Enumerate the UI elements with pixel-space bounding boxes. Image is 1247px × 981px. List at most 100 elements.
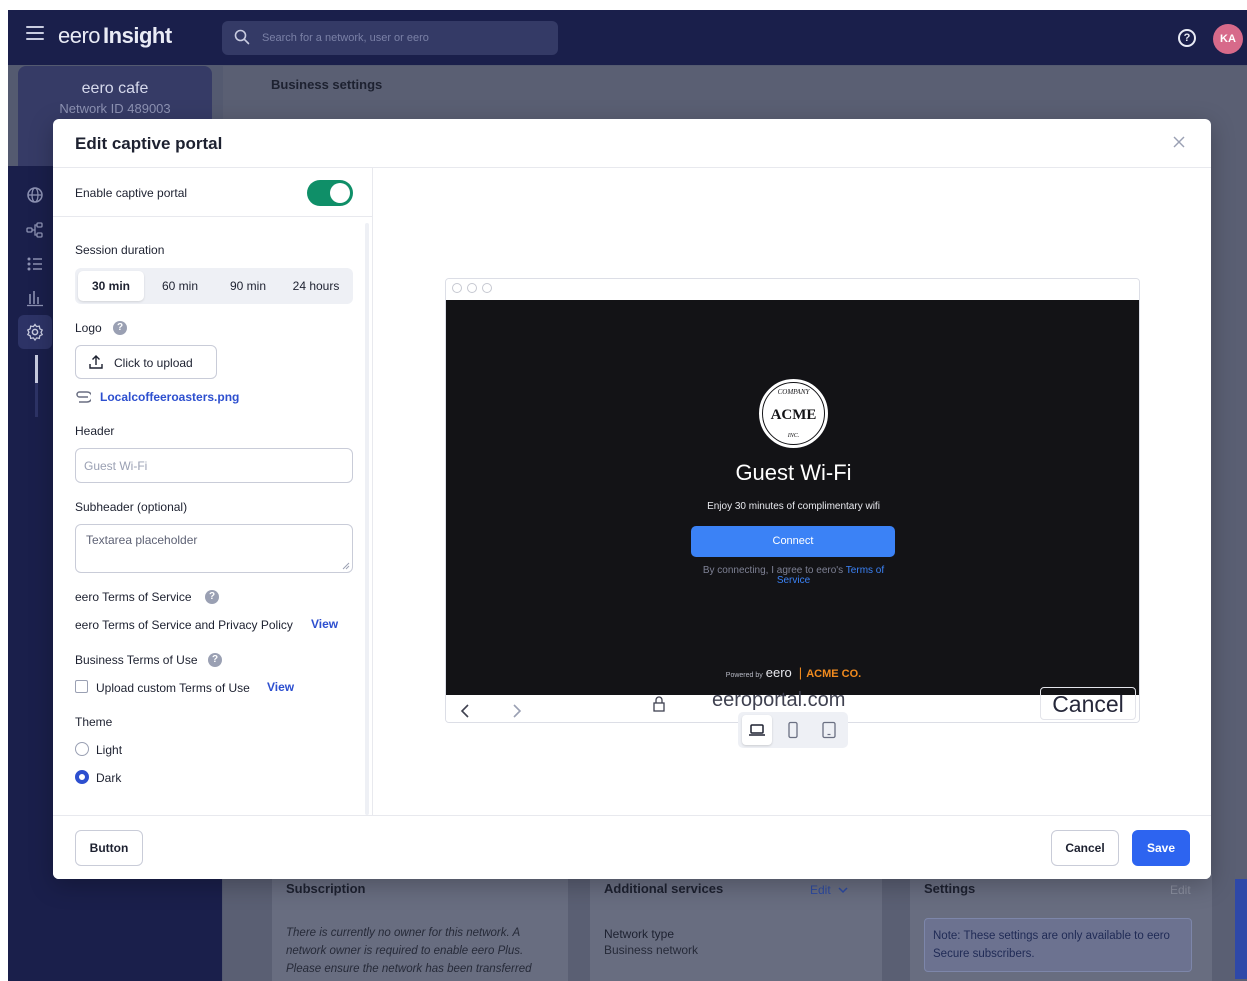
eero-terms-text: eero Terms of Service and Privacy Policy <box>75 618 293 632</box>
globe-icon[interactable] <box>26 186 44 204</box>
session-option-60-min[interactable]: 60 min <box>147 271 213 301</box>
forward-arrow-icon[interactable] <box>510 703 524 719</box>
page-title: Business settings <box>271 77 383 92</box>
laptop-view-button[interactable] <box>742 715 772 745</box>
lock-icon <box>653 696 665 712</box>
eero-terms-help-icon[interactable]: ? <box>205 590 219 604</box>
session-option-30-min[interactable]: 30 min <box>78 271 144 301</box>
portal-screen: COMPANY ACME INC. Guest Wi-Fi Enjoy 30 m… <box>446 300 1139 695</box>
save-button[interactable]: Save <box>1132 830 1190 866</box>
theme-dark-label[interactable]: Dark <box>96 771 121 785</box>
search-input[interactable] <box>262 29 542 47</box>
additional-services-edit-link[interactable]: Edit <box>810 883 848 897</box>
acme-logo: COMPANY ACME INC. <box>758 378 829 449</box>
modal-title: Edit captive portal <box>75 134 223 153</box>
cancel-button[interactable]: Cancel <box>1051 830 1119 866</box>
form-scrollbar[interactable] <box>365 223 369 815</box>
agree-prefix: By connecting, I agree to eero's <box>702 565 844 576</box>
upload-label: Click to upload <box>114 356 193 370</box>
logo-main-text: ACME <box>771 407 817 423</box>
user-avatar[interactable]: KA <box>1213 24 1243 54</box>
eero-terms-view-link[interactable]: View <box>311 617 338 631</box>
session-option-24-hours[interactable]: 24 hours <box>281 271 351 301</box>
top-nav: eeroInsight ? KA <box>8 10 1247 65</box>
portal-agree-text: By connecting, I agree to eero's Terms o… <box>686 566 901 586</box>
edit-captive-portal-modal: Edit captive portal Enable captive porta… <box>53 119 1211 879</box>
browser-url: eeroportal.com <box>712 689 846 711</box>
uploaded-file-name: Localcoffeeroasters.png <box>100 390 240 404</box>
form-panel: Enable captive portal Session duration 3… <box>53 168 373 815</box>
settings-edit-link[interactable]: Edit <box>1170 883 1191 897</box>
upload-logo-button[interactable]: Click to upload <box>75 345 217 379</box>
device-switcher <box>738 712 848 748</box>
sidebar-scroll-thumb[interactable] <box>35 355 38 383</box>
enable-row: Enable captive portal <box>53 168 372 217</box>
subheader-label: Subheader (optional) <box>75 500 188 514</box>
eero-terms-label: eero Terms of Service <box>75 590 192 604</box>
brand-suffix: Insight <box>103 23 172 48</box>
subscription-title: Subscription <box>286 881 366 896</box>
powered-by-label: Powered by <box>725 672 763 679</box>
session-option-90-min[interactable]: 90 min <box>215 271 281 301</box>
subheader-textarea[interactable] <box>75 524 353 573</box>
custom-terms-label[interactable]: Upload custom Terms of Use <box>96 681 250 695</box>
theme-light-radio[interactable] <box>75 742 89 756</box>
app-window: eeroInsight ? KA eero cafe Network ID 48… <box>8 10 1247 981</box>
phone-icon <box>788 721 798 739</box>
secondary-button[interactable]: Button <box>75 830 143 866</box>
partner-name: ACME CO. <box>806 668 862 680</box>
theme-dark-radio[interactable] <box>75 770 89 784</box>
business-terms-view-link[interactable]: View <box>267 680 294 694</box>
settings-note: Note: These settings are only available … <box>924 918 1192 972</box>
custom-terms-checkbox[interactable] <box>75 680 88 693</box>
logo-help-icon[interactable]: ? <box>113 321 127 335</box>
search-icon <box>234 29 250 45</box>
portal-title: Guest Wi-Fi <box>735 460 852 485</box>
help-icon[interactable]: ? <box>1178 29 1196 47</box>
menu-icon[interactable] <box>26 26 44 40</box>
app-logo[interactable]: eero Insight <box>58 23 172 49</box>
search-bar[interactable] <box>222 21 558 55</box>
logo-bottom-text: INC. <box>787 433 800 439</box>
tablet-icon <box>822 721 836 739</box>
enable-captive-portal-toggle[interactable] <box>307 180 353 206</box>
modal-footer: Button Cancel Save <box>53 815 1211 879</box>
settings-title: Settings <box>924 881 976 896</box>
topology-icon[interactable] <box>26 221 44 239</box>
theme-light-label[interactable]: Light <box>96 743 122 757</box>
resize-handle-icon[interactable] <box>341 561 350 570</box>
window-dot-icon <box>467 283 477 293</box>
settings-nav-item[interactable] <box>18 315 52 349</box>
network-type-label: Network type <box>604 927 675 941</box>
feedback-tab[interactable] <box>1235 879 1247 979</box>
phone-view-button[interactable] <box>778 715 808 745</box>
powered-separator: | <box>798 665 803 680</box>
additional-services-title: Additional services <box>604 881 724 896</box>
chevron-down-icon <box>838 887 848 894</box>
portal-connect-button[interactable]: Connect <box>691 526 895 557</box>
tablet-view-button[interactable] <box>814 715 844 745</box>
paperclip-icon <box>76 391 91 403</box>
portal-subtitle: Enjoy 30 minutes of complimentary wifi <box>707 501 880 512</box>
header-label: Header <box>75 424 115 438</box>
browser-cancel-button[interactable]: Cancel <box>1040 687 1136 720</box>
network-name: eero cafe <box>81 80 149 97</box>
network-id: Network ID 489003 <box>59 101 171 116</box>
close-icon[interactable] <box>1171 134 1187 150</box>
eero-wordmark: eero <box>765 665 792 680</box>
header-input[interactable] <box>75 448 353 483</box>
business-terms-help-icon[interactable]: ? <box>208 653 222 667</box>
settings-card: Settings Edit Note: These settings are o… <box>910 874 1212 981</box>
window-dot-icon <box>482 283 492 293</box>
powered-by: Powered by eero | ACME CO. <box>446 665 1139 680</box>
modal-header: Edit captive portal <box>53 119 1211 168</box>
back-arrow-icon[interactable] <box>458 703 472 719</box>
session-duration-label: Session duration <box>75 243 165 257</box>
list-icon[interactable] <box>26 255 44 273</box>
additional-services-card: Additional services Edit Network type Bu… <box>590 874 882 981</box>
toggle-knob <box>330 183 350 203</box>
subscription-card: Subscription There is currently no owner… <box>272 874 568 981</box>
brand-prefix: eero <box>58 23 101 48</box>
bar-chart-icon[interactable] <box>26 289 44 307</box>
edit-label: Edit <box>810 883 831 897</box>
